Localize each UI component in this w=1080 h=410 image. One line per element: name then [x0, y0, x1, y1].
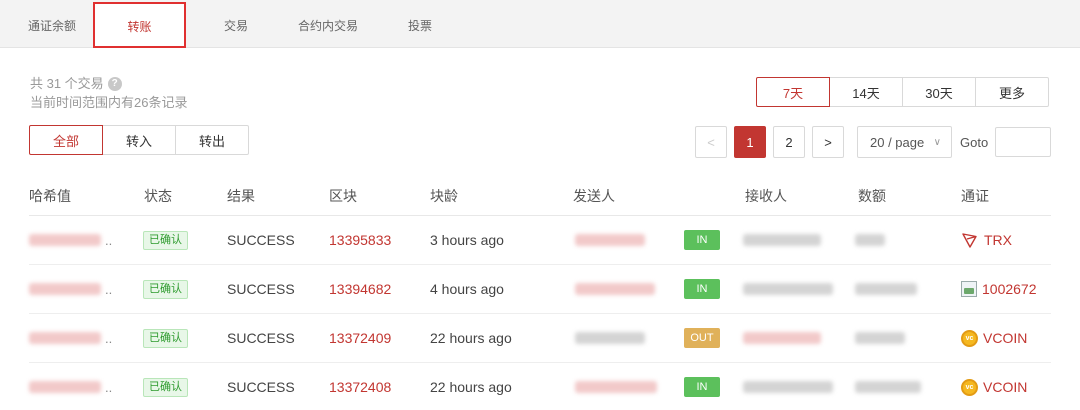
tab-bar: 通证余额 转账 交易 合约内交易 投票	[0, 0, 1080, 48]
page-2-button[interactable]: 2	[773, 126, 805, 158]
status-cell: 已确认	[143, 363, 188, 410]
sender-cell[interactable]	[575, 363, 657, 410]
token-name[interactable]: TRX	[984, 232, 1012, 248]
prev-page-button[interactable]: <	[695, 126, 727, 158]
direction-badge: IN	[684, 377, 720, 397]
direction-cell: IN	[684, 216, 720, 264]
filter-all-button[interactable]: 全部	[29, 125, 103, 155]
amount-cell	[855, 314, 905, 362]
amount-cell	[855, 265, 917, 313]
table-row: .. 已确认 SUCCESS 13395833 3 hours ago IN T…	[29, 216, 1051, 265]
amount-cell	[855, 363, 921, 410]
tab-transactions[interactable]: 交易	[212, 0, 260, 48]
filter-out-button[interactable]: 转出	[175, 125, 249, 155]
result-cell: SUCCESS	[227, 379, 295, 395]
age-cell: 3 hours ago	[430, 232, 504, 248]
block-link[interactable]: 13372409	[329, 314, 391, 362]
status-cell: 已确认	[143, 265, 188, 313]
token-cell[interactable]: vc VCOIN	[961, 314, 1027, 362]
page-1-button[interactable]: 1	[734, 126, 766, 158]
vcoin-icon: vc	[961, 329, 978, 347]
tab-votes[interactable]: 投票	[398, 0, 442, 48]
token-name[interactable]: 1002672	[982, 281, 1037, 297]
broken-image-icon	[961, 281, 977, 297]
tab-internal-transactions[interactable]: 合约内交易	[290, 0, 366, 48]
filter-in-button[interactable]: 转入	[102, 125, 176, 155]
header-receiver: 接收人	[745, 188, 787, 204]
tab-transfers[interactable]: 转账	[93, 2, 186, 48]
vcoin-icon: vc	[961, 378, 978, 396]
receiver-cell[interactable]	[743, 265, 833, 313]
table-row: .. 已确认 SUCCESS 13394682 4 hours ago IN 1…	[29, 265, 1051, 314]
header-block: 区块	[329, 188, 357, 204]
amount-cell	[855, 216, 885, 264]
receiver-cell[interactable]	[743, 363, 833, 410]
block-link[interactable]: 13395833	[329, 216, 391, 264]
hash-cell[interactable]: ..	[29, 314, 112, 362]
transaction-count: 共 31 个交易	[30, 76, 104, 91]
age-cell: 22 hours ago	[430, 379, 512, 395]
header-age: 块龄	[430, 188, 458, 204]
age-cell: 22 hours ago	[430, 330, 512, 346]
sender-cell[interactable]	[575, 216, 645, 264]
table-row: .. 已确认 SUCCESS 13372409 22 hours ago OUT…	[29, 314, 1051, 363]
age-cell: 4 hours ago	[430, 281, 504, 297]
direction-filter: 全部 转入 转出	[29, 125, 249, 155]
range-30d-button[interactable]: 30天	[902, 77, 976, 107]
result-cell: SUCCESS	[227, 330, 295, 346]
header-hash: 哈希值	[29, 188, 71, 204]
direction-cell: IN	[684, 265, 720, 313]
result-cell: SUCCESS	[227, 232, 295, 248]
block-link[interactable]: 13394682	[329, 265, 391, 313]
table-row: .. 已确认 SUCCESS 13372408 22 hours ago IN …	[29, 363, 1051, 410]
token-name[interactable]: VCOIN	[983, 379, 1027, 395]
hash-cell[interactable]: ..	[29, 216, 112, 264]
range-14d-button[interactable]: 14天	[829, 77, 903, 107]
range-7d-button[interactable]: 7天	[756, 77, 830, 107]
status-cell: 已确认	[143, 216, 188, 264]
status-badge: 已确认	[143, 230, 188, 250]
hash-cell[interactable]: ..	[29, 363, 112, 410]
range-record-count: 当前时间范围内有26条记录	[30, 95, 188, 110]
goto-page-input[interactable]	[995, 127, 1051, 157]
goto-label: Goto	[960, 135, 989, 150]
transaction-summary: 共 31 个交易 ? 当前时间范围内有26条记录	[30, 74, 187, 112]
header-token: 通证	[961, 188, 989, 204]
next-page-button[interactable]: >	[812, 126, 844, 158]
header-sender: 发送人	[573, 188, 615, 204]
result-cell: SUCCESS	[227, 281, 295, 297]
tab-token-balance[interactable]: 通证余额	[20, 0, 84, 48]
help-icon[interactable]: ?	[107, 76, 122, 91]
sender-cell[interactable]	[575, 265, 655, 313]
status-badge: 已确认	[143, 328, 188, 348]
block-link[interactable]: 13372408	[329, 363, 391, 410]
direction-cell: OUT	[684, 314, 720, 362]
chevron-down-icon: ∨	[933, 136, 941, 148]
status-cell: 已确认	[143, 314, 188, 362]
status-badge: 已确认	[143, 377, 188, 397]
header-result: 结果	[227, 188, 255, 204]
sender-cell[interactable]	[575, 314, 645, 362]
token-cell[interactable]: vc VCOIN	[961, 363, 1027, 410]
page-size-value: 20 / page	[870, 134, 925, 150]
tron-icon	[962, 233, 977, 248]
page-size-select[interactable]: 20 / page ∨	[857, 126, 952, 158]
receiver-cell[interactable]	[743, 314, 821, 362]
token-cell[interactable]: 1002672	[961, 265, 1037, 313]
direction-cell: IN	[684, 363, 720, 410]
range-more-button[interactable]: 更多	[975, 77, 1049, 107]
header-amount: 数额	[858, 188, 886, 204]
token-name[interactable]: VCOIN	[983, 330, 1027, 346]
time-range-selector: 7天 14天 30天 更多	[756, 77, 1049, 107]
direction-badge: IN	[684, 279, 720, 299]
header-status: 状态	[144, 188, 172, 204]
direction-badge: OUT	[684, 328, 720, 348]
status-badge: 已确认	[143, 279, 188, 299]
token-cell[interactable]: TRX	[961, 216, 1012, 264]
receiver-cell[interactable]	[743, 216, 821, 264]
hash-cell[interactable]: ..	[29, 265, 112, 313]
direction-badge: IN	[684, 230, 720, 250]
